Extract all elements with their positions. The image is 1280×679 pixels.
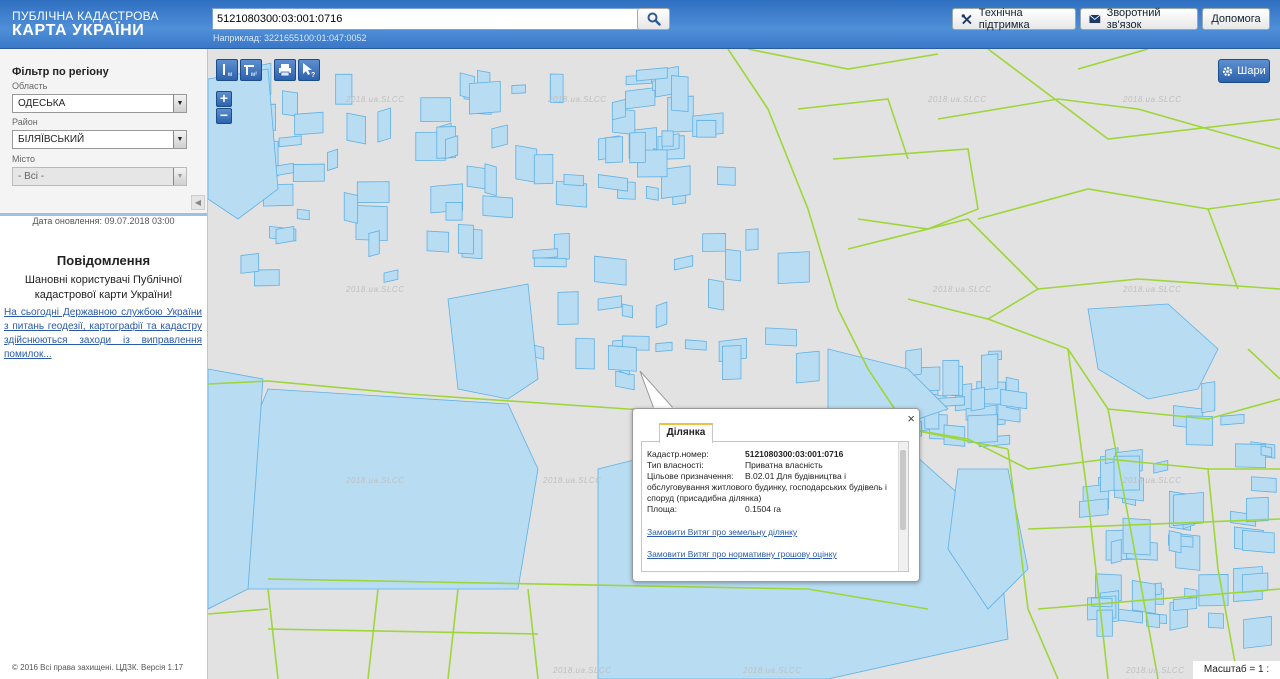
tab-parcel[interactable]: Ділянка xyxy=(659,423,713,443)
zoom-in-button[interactable]: + xyxy=(216,91,232,107)
logo-line-2: КАРТА УКРАЇНИ xyxy=(12,22,145,39)
chevron-down-icon[interactable]: ▼ xyxy=(173,168,186,185)
close-icon[interactable]: × xyxy=(907,411,915,426)
tools-icon xyxy=(961,13,972,24)
watermark: 2018.ua.SLCC xyxy=(553,666,612,675)
print-button[interactable] xyxy=(274,59,296,81)
purpose-value: В.02.01 Для будівництва і обслуговування… xyxy=(647,471,887,503)
watermark: 2018.ua.SLCC xyxy=(548,95,607,104)
watermark: 2018.ua.SLCC xyxy=(1126,666,1185,675)
watermark: 2018.ua.SLCC xyxy=(346,95,405,104)
search-icon xyxy=(647,12,661,26)
logo[interactable]: ПУБЛІЧНА КАДАСТРОВА КАРТА УКРАЇНИ xyxy=(12,9,159,39)
search-button[interactable] xyxy=(637,8,670,30)
chevron-down-icon[interactable]: ▼ xyxy=(173,95,186,112)
ownership-label: Тип власності: xyxy=(647,460,704,470)
region-select[interactable]: ОДЕСЬКА ▼ xyxy=(12,94,187,113)
watermark: 2018.ua.SLCC xyxy=(933,285,992,294)
help-button[interactable]: Допомога xyxy=(1202,8,1270,30)
feedback-button[interactable]: Зворотний зв'язок xyxy=(1080,7,1198,31)
region-value: ОДЕСЬКА xyxy=(18,98,66,109)
chevron-left-icon: ◀ xyxy=(194,198,202,207)
support-button[interactable]: Технічна підтримка xyxy=(952,7,1076,31)
popup-content: Кадастр.номер: 5121080300:03:001:0716 Ти… xyxy=(641,441,909,572)
district-select[interactable]: БІЛЯЇВСЬКИЙ ▼ xyxy=(12,130,187,149)
search-example: Наприклад: 3221655100:01:047:0052 xyxy=(213,33,367,43)
scrollbar-thumb[interactable] xyxy=(900,450,906,530)
watermark: 2018.ua.SLCC xyxy=(1123,95,1182,104)
logo-line-1: ПУБЛІЧНА КАДАСТРОВА xyxy=(12,9,159,23)
area-label: Площа: xyxy=(647,504,677,514)
copyright: © 2016 Всі права захищені. ЦДЗК. Версія … xyxy=(12,663,184,672)
scale-readout: Масштаб = 1 : 8531 xyxy=(1193,661,1280,679)
feedback-label: Зворотний зв'язок xyxy=(1106,7,1161,31)
svg-text:?: ? xyxy=(311,72,315,78)
district-value: БІЛЯЇВСЬКИЙ xyxy=(18,134,85,145)
district-label: Район xyxy=(12,117,38,127)
watermark: 2018.ua.SLCC xyxy=(543,476,602,485)
city-label: Місто xyxy=(12,154,36,164)
order-extract-link[interactable]: Замовити Витяг про земельну ділянку xyxy=(647,527,797,537)
envelope-icon xyxy=(1089,14,1101,24)
city-select[interactable]: - Всі - ▼ xyxy=(12,167,187,186)
cadastral-value: 5121080300:03:001:0716 xyxy=(745,449,844,459)
search-input[interactable] xyxy=(212,8,640,30)
map-parcels xyxy=(208,49,1280,679)
region-filter: Фільтр по регіону Область ОДЕСЬКА ▼ Райо… xyxy=(0,49,207,216)
cadastral-label: Кадастр.номер: xyxy=(647,449,709,459)
popup-scrollbar[interactable] xyxy=(898,442,908,571)
measure-length-tool[interactable]: м xyxy=(216,59,238,81)
printer-icon xyxy=(279,64,291,77)
measure-length-icon: м xyxy=(223,64,232,78)
watermark: 2018.ua.SLCC xyxy=(1123,476,1182,485)
watermark: 2018.ua.SLCC xyxy=(1123,285,1182,294)
watermark: 2018.ua.SLCC xyxy=(928,95,987,104)
update-date: Дата оновлення: 09.07.2018 03:00 xyxy=(32,216,175,226)
collapse-panel-button[interactable]: ◀ xyxy=(191,195,205,210)
measure-area-unit: м² xyxy=(251,72,257,78)
chevron-down-icon[interactable]: ▼ xyxy=(173,131,186,148)
cursor-question-icon: ? xyxy=(303,63,315,78)
watermark: 2018.ua.SLCC xyxy=(743,666,802,675)
area-value: 0.1504 га xyxy=(745,504,782,514)
measure-area-icon: м² xyxy=(244,65,257,78)
notice-title: Повідомлення xyxy=(56,253,151,268)
map-canvas[interactable]: 2018.ua.SLCC 2018.ua.SLCC 2018.ua.SLCC 2… xyxy=(208,49,1280,679)
layers-button[interactable]: Шари xyxy=(1218,59,1270,83)
region-label: Область xyxy=(12,81,48,91)
measure-area-tool[interactable]: м² xyxy=(240,59,262,81)
popup-pointer xyxy=(639,371,676,411)
notice-link[interactable]: На сьогодні Державною службою України з … xyxy=(4,306,202,362)
zoom-out-button[interactable]: − xyxy=(216,108,232,124)
identify-tool[interactable]: ? xyxy=(298,59,320,81)
header: ПУБЛІЧНА КАДАСТРОВА КАРТА УКРАЇНИ Наприк… xyxy=(0,0,1280,49)
layers-label: Шари xyxy=(1237,65,1266,77)
measure-length-unit: м xyxy=(228,72,232,78)
watermark: 2018.ua.SLCC xyxy=(346,285,405,294)
city-value: - Всі - xyxy=(18,171,45,182)
order-valuation-link[interactable]: Замовити Витяг про нормативну грошову оц… xyxy=(647,549,837,559)
notice-greeting: Шановні користувачі Публічної кадастрово… xyxy=(24,274,183,301)
support-label: Технічна підтримка xyxy=(978,7,1030,31)
gear-icon xyxy=(1223,66,1233,76)
watermark: 2018.ua.SLCC xyxy=(346,476,405,485)
ownership-value: Приватна власність xyxy=(745,460,823,470)
filter-title: Фільтр по регіону xyxy=(12,66,109,78)
parcel-info-popup: × Ділянка Кадастр.номер: 5121080300:03:0… xyxy=(632,408,920,582)
sidebar: Фільтр по регіону Область ОДЕСЬКА ▼ Райо… xyxy=(0,49,208,679)
help-label: Допомога xyxy=(1211,13,1261,25)
